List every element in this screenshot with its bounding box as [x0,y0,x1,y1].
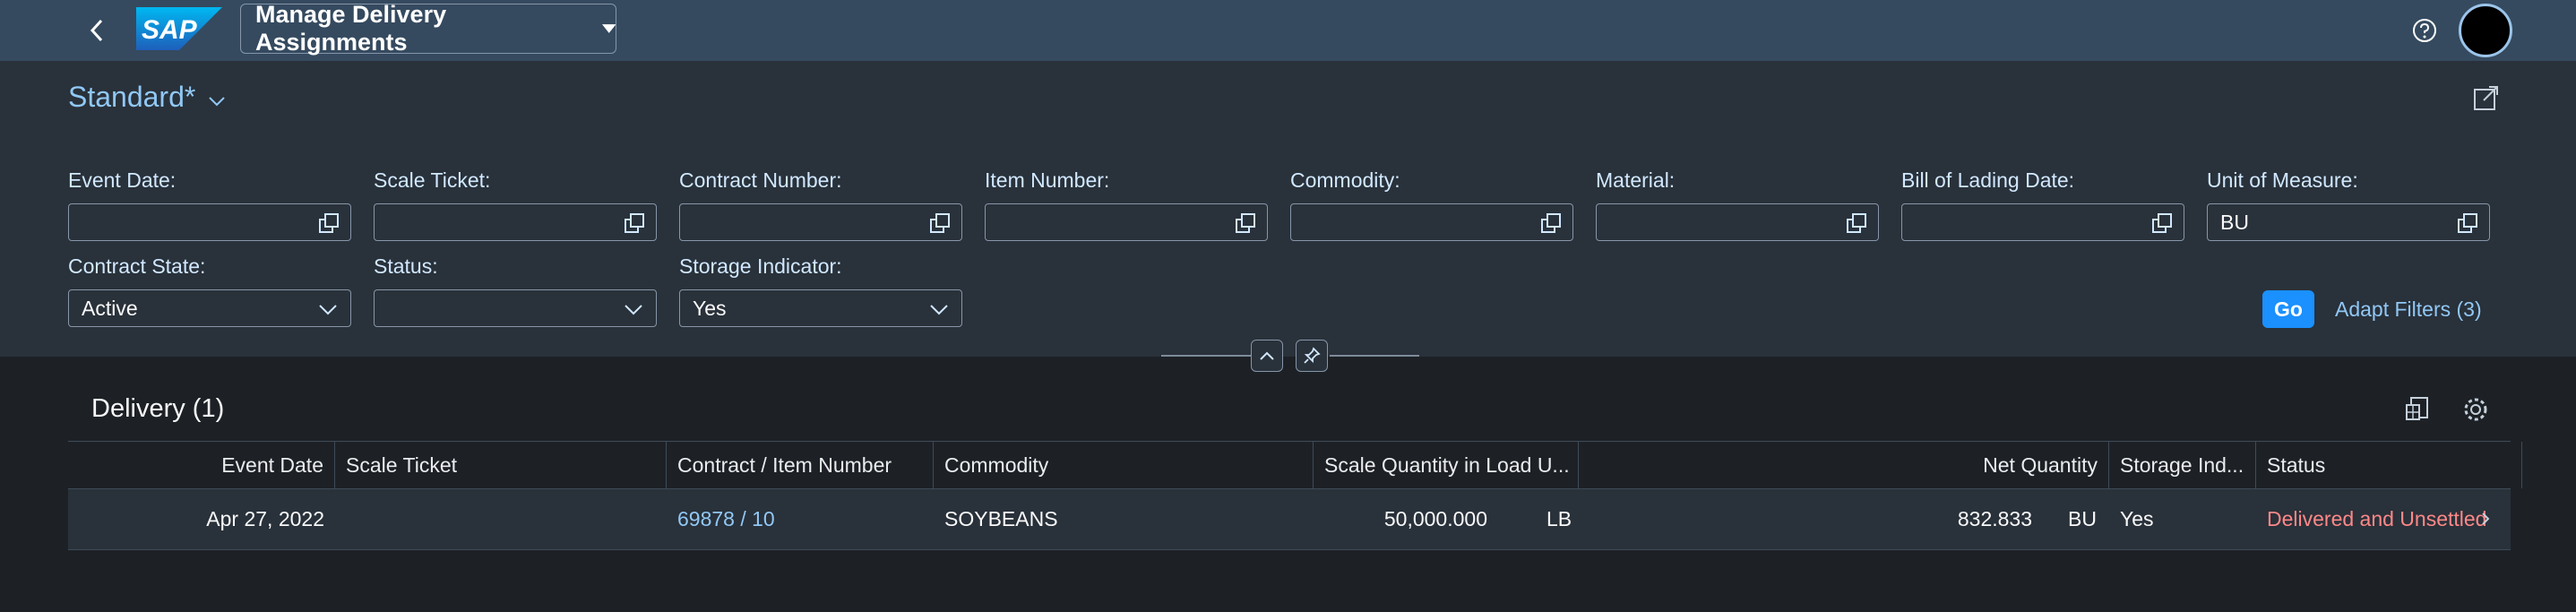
value-help-icon[interactable] [2151,212,2173,234]
value-help-icon[interactable] [318,212,340,234]
go-button[interactable]: Go [2262,290,2314,328]
filter-label: Material: [1596,168,1676,192]
chevron-left-icon [90,19,103,42]
bill-of-lading-date-input[interactable] [1901,203,2184,241]
settings-icon[interactable] [2460,394,2491,425]
filter-label: Contract State: [68,254,206,278]
sap-logo[interactable]: SAP [136,7,222,50]
chevron-down-icon [319,305,337,315]
filter-bar: Standard* Event Date: Scale Ticket: Cont… [0,61,2576,357]
cell-event-date: Apr 27, 2022 [206,506,324,530]
export-to-spreadsheet-icon[interactable] [2403,394,2434,425]
unit-of-measure-input[interactable]: BU [2207,203,2490,241]
header-divider [1161,355,1251,357]
chevron-down-icon [930,305,948,315]
cell-net-quantity: 832.833 [1957,506,2032,530]
caret-down-icon [601,24,616,33]
row-navigation[interactable] [2469,489,2511,548]
filter-scale-ticket: Scale Ticket: [374,168,657,241]
filter-status: Status: [374,254,657,327]
chevron-down-icon [625,305,642,315]
contract-number-input[interactable] [679,203,962,241]
value-help-icon[interactable] [929,212,951,234]
value-help-icon[interactable] [1540,212,1562,234]
chevron-down-icon [209,96,226,106]
cell-commodity: SOYBEANS [944,506,1058,530]
filter-material: Material: [1596,168,1879,241]
column-header-contract-item[interactable]: Contract / Item Number [667,442,934,488]
pin-header-button[interactable] [1296,340,1328,372]
svg-text:SAP: SAP [142,15,198,45]
column-header-storage-indicator[interactable]: Storage Ind... [2109,442,2256,488]
filter-label: Status: [374,254,438,278]
collapse-header-button[interactable] [1251,340,1283,372]
filter-storage-indicator: Storage Indicator: Yes [679,254,962,327]
column-header-event-date[interactable]: Event Date [68,442,335,488]
header-divider [1330,355,1419,357]
value-help-icon[interactable] [1846,212,1867,234]
filter-label: Contract Number: [679,168,842,192]
filter-label: Item Number: [985,168,1110,192]
value-help-icon[interactable] [624,212,645,234]
share-icon[interactable] [2471,82,2502,113]
app-title-menu[interactable]: Manage Delivery Assignments [240,1,616,56]
filter-label: Commodity: [1290,168,1400,192]
app-title: Manage Delivery Assignments [255,1,447,56]
material-input[interactable] [1596,203,1879,241]
cell-scale-quantity: 50,000.000 [1383,506,1487,530]
chevron-right-icon [2482,513,2490,525]
column-header-scale-ticket[interactable]: Scale Ticket [335,442,667,488]
chevron-up-icon [1260,351,1274,360]
shell-bar: SAP Manage Delivery Assignments [0,0,2576,61]
cell-storage-indicator: Yes [2120,506,2154,530]
filter-commodity: Commodity: [1290,168,1573,241]
commodity-input[interactable] [1290,203,1573,241]
event-date-input[interactable] [68,203,351,241]
filter-label: Unit of Measure: [2207,168,2358,192]
cell-contract-item: 69878 / 10 [667,489,934,548]
table-header: Event Date Scale Ticket Contract / Item … [68,441,2522,489]
contract-state-select[interactable]: Active [68,289,351,327]
column-header-commodity[interactable]: Commodity [934,442,1314,488]
filter-label: Scale Ticket: [374,168,491,192]
scale-ticket-input[interactable] [374,203,657,241]
cell-net-unit: BU [2068,506,2097,530]
item-number-input[interactable] [985,203,1268,241]
contract-item-link[interactable]: 69878 / 10 [677,507,775,531]
filter-contract-number: Contract Number: [679,168,962,241]
value-help-icon[interactable] [1235,212,1256,234]
variant-title: Standard* [68,81,196,113]
avatar[interactable] [2459,4,2512,57]
value-help-icon[interactable] [2457,212,2478,234]
filter-unit-of-measure: Unit of Measure: BU [2207,168,2490,241]
filter-event-date: Event Date: [68,168,351,241]
pin-icon [1304,347,1321,364]
help-button[interactable] [2407,13,2442,48]
column-header-scale-quantity[interactable]: Scale Quantity in Load U... [1314,442,1579,488]
variant-selector[interactable]: Standard* [68,81,226,114]
filter-item-number: Item Number: [985,168,1268,241]
column-header-net-quantity[interactable]: Net Quantity [1579,442,2109,488]
adapt-filters-button[interactable]: Adapt Filters (3) [2335,297,2482,322]
filter-contract-state: Contract State: Active [68,254,351,327]
storage-indicator-select[interactable]: Yes [679,289,962,327]
table-row[interactable]: Apr 27, 2022 69878 / 10 SOYBEANS 50,000.… [68,489,2511,550]
column-header-status[interactable]: Status [2256,442,2522,488]
filter-label: Storage Indicator: [679,254,842,278]
filter-bill-of-lading-date: Bill of Lading Date: [1901,168,2184,241]
table-title: Delivery (1) [91,394,225,423]
back-button[interactable] [79,13,115,48]
status-select[interactable] [374,289,657,327]
filter-label: Bill of Lading Date: [1901,168,2075,192]
help-icon [2413,19,2436,42]
filter-label: Event Date: [68,168,177,192]
cell-scale-ticket [335,489,667,548]
